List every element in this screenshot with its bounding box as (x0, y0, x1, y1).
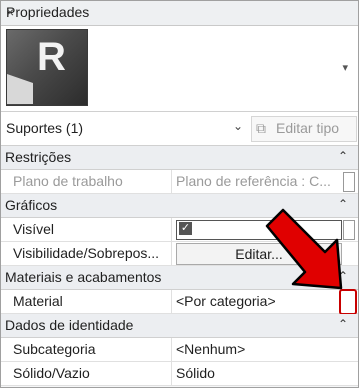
visible-checkbox[interactable]: ✓ (176, 220, 342, 240)
section-materiais[interactable]: Materiais e acabamentos ⌃ (1, 266, 358, 290)
edit-type-label: Editar tipo (276, 120, 340, 136)
collapse-icon[interactable]: ⌃ (338, 197, 348, 211)
property-value-cell[interactable]: <Por categoria> (171, 289, 358, 315)
section-title: Gráficos (5, 197, 58, 213)
section-title: Restrições (5, 149, 72, 165)
row-visivel: Visível ✓ (1, 218, 358, 242)
property-value: <Nenhum> (176, 341, 246, 357)
checkmark-icon: ✓ (179, 222, 192, 235)
panel-title-bar: Propriedades × (1, 1, 358, 26)
section-dados-de-identidade[interactable]: Dados de identidade ⌃ (1, 314, 358, 338)
instance-filter-dropdown[interactable]: Suportes (1) (6, 120, 83, 136)
close-icon[interactable]: × (6, 4, 354, 20)
section-restricoes[interactable]: Restrições ⌃ (1, 146, 358, 170)
property-label: Visibilidade/Sobrepos... (13, 245, 160, 261)
property-value: Sólido (176, 365, 215, 381)
revit-logo: R (6, 29, 88, 106)
properties-grid: Restrições ⌃ Plano de trabalho Plano de … (1, 146, 358, 386)
type-selector[interactable]: R ▾ (1, 26, 358, 112)
property-label: Subcategoria (13, 341, 96, 357)
property-value: <Por categoria> (176, 293, 276, 309)
row-visibilidade: Visibilidade/Sobrepos... Editar... (1, 242, 358, 266)
property-label: Material (13, 293, 63, 309)
property-value-cell[interactable]: <Nenhum> (171, 338, 358, 361)
property-value: Plano de referência : C... (176, 173, 331, 189)
property-value-cell[interactable]: Sólido (171, 362, 358, 385)
edit-type-icon: ⧉ (256, 120, 266, 136)
section-graficos[interactable]: Gráficos ⌃ (1, 194, 358, 218)
properties-panel: Propriedades × R ▾ Suportes (1) ⌄ ⧉ Edit… (0, 0, 359, 388)
property-value-cell: Plano de referência : C... (171, 170, 358, 193)
row-plano-de-trabalho: Plano de trabalho Plano de referência : … (1, 170, 358, 194)
logo-tab-shape (7, 74, 33, 104)
property-label: Sólido/Vazio (13, 365, 90, 381)
side-box (343, 220, 355, 240)
row-solido-vazio: Sólido/Vazio Sólido (1, 362, 358, 386)
side-box (343, 172, 355, 192)
logo-letter: R (37, 35, 66, 79)
collapse-icon[interactable]: ⌃ (338, 269, 348, 283)
instance-filter-row: Suportes (1) ⌄ ⧉ Editar tipo (1, 112, 358, 146)
row-subcategoria: Subcategoria <Nenhum> (1, 338, 358, 362)
chevron-down-icon[interactable]: ▾ (342, 61, 348, 74)
collapse-icon[interactable]: ⌃ (338, 149, 348, 163)
property-value-cell: ✓ (171, 218, 358, 241)
section-title: Dados de identidade (5, 317, 134, 333)
section-title: Materiais e acabamentos (5, 269, 162, 285)
chevron-down-icon[interactable]: ⌄ (233, 119, 243, 133)
row-material: Material <Por categoria> (1, 289, 358, 315)
edit-visibility-button[interactable]: Editar... (176, 243, 342, 265)
edit-type-button[interactable]: ⧉ Editar tipo (251, 116, 357, 142)
property-label: Plano de trabalho (13, 173, 123, 189)
collapse-icon[interactable]: ⌃ (338, 317, 348, 331)
property-label: Visível (13, 221, 54, 237)
property-value-cell: Editar... (171, 242, 358, 265)
material-browse-button[interactable] (339, 289, 357, 315)
